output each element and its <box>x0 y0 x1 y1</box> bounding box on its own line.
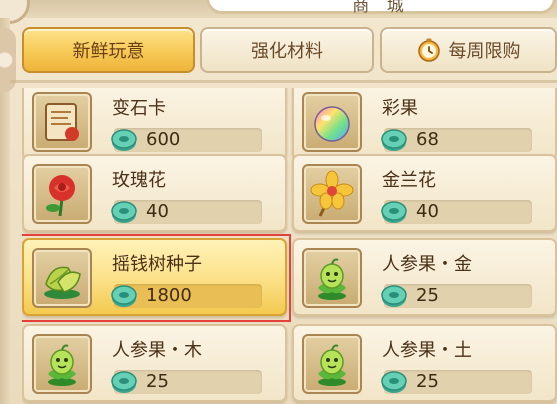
tab-novelties[interactable]: 新鲜玩意 <box>22 27 195 73</box>
item-icon-frame <box>32 164 92 224</box>
item-icon-frame <box>302 164 362 224</box>
item-card[interactable]: 人参果・土 25 <box>292 324 557 402</box>
jade-coin-icon <box>381 201 407 223</box>
item-icon-frame <box>32 334 92 394</box>
item-card[interactable]: 彩果 68 <box>292 88 557 160</box>
item-price: 600 <box>146 129 181 150</box>
ginseng-fruit-icon <box>318 258 346 300</box>
item-name: 玫瑰花 <box>112 170 166 191</box>
selection-highlight <box>22 234 291 322</box>
item-name: 金兰花 <box>382 170 436 191</box>
item-name: 变石卡 <box>112 98 166 119</box>
item-price: 25 <box>416 371 439 392</box>
item-name: 彩果 <box>382 98 418 119</box>
item-card[interactable]: 人参果・木 25 <box>22 324 287 402</box>
item-grid: 变石卡 600 彩果 68 玫瑰花 40 金兰花 40 摇钱树种子 1800 人… <box>22 88 557 404</box>
item-price: 68 <box>416 129 439 150</box>
clock-icon <box>417 38 440 62</box>
item-card[interactable]: 金兰花 40 <box>292 154 557 232</box>
ginseng-fruit-icon <box>48 344 76 386</box>
item-icon-frame <box>302 334 362 394</box>
item-price: 25 <box>146 371 169 392</box>
jade-coin-icon <box>381 371 407 393</box>
ginseng-fruit-icon <box>318 344 346 386</box>
scroll-icon <box>45 103 79 141</box>
tab-enhance-materials-label: 强化材料 <box>251 41 323 62</box>
jade-coin-icon <box>381 285 407 307</box>
jade-coin-icon <box>381 129 407 151</box>
item-icon-frame <box>32 92 92 152</box>
item-card[interactable]: 人参果・金 25 <box>292 238 557 316</box>
jade-coin-icon <box>111 201 137 223</box>
golden-orchid-icon <box>310 170 354 217</box>
tab-novelties-label: 新鲜玩意 <box>72 41 145 62</box>
item-icon-frame <box>302 92 362 152</box>
shop-title: 商 城 <box>206 0 556 16</box>
shop-window: 商 城 新鲜玩意 强化材料 每周限购 变石卡 600 彩果 68 玫瑰花 40 … <box>0 0 557 404</box>
tab-weekly-limited-label: 每周限购 <box>448 41 521 62</box>
jade-coin-icon <box>111 129 137 151</box>
item-card[interactable]: 玫瑰花 40 <box>22 154 287 232</box>
item-price: 25 <box>416 285 439 306</box>
rainbow-fruit-icon <box>314 106 350 142</box>
item-price: 40 <box>416 201 439 222</box>
tab-divider <box>10 80 557 83</box>
item-price: 40 <box>146 201 169 222</box>
item-icon-frame <box>302 248 362 308</box>
tab-weekly-limited[interactable]: 每周限购 <box>380 27 557 73</box>
jade-coin-icon <box>111 371 137 393</box>
item-card[interactable]: 变石卡 600 <box>22 88 287 160</box>
item-name: 人参果・木 <box>112 340 202 361</box>
item-name: 人参果・土 <box>382 340 472 361</box>
item-name: 人参果・金 <box>382 254 472 275</box>
tab-enhance-materials[interactable]: 强化材料 <box>200 27 374 73</box>
rose-icon <box>46 175 75 217</box>
